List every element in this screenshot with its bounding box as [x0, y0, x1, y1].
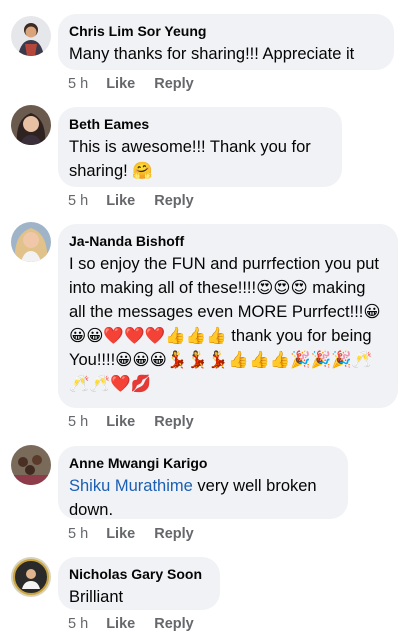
comment-actions: 5 h Like Reply	[68, 413, 209, 431]
like-button[interactable]: Like	[106, 615, 135, 633]
avatar[interactable]	[11, 105, 51, 145]
reply-button[interactable]: Reply	[154, 525, 194, 543]
comment-timestamp[interactable]: 5 h	[68, 615, 88, 633]
comment-author[interactable]: Ja-Nanda Bishoff	[69, 233, 386, 250]
comment-actions: 5 h Like Reply	[68, 192, 209, 210]
like-button[interactable]: Like	[106, 75, 135, 93]
avatar[interactable]	[11, 16, 51, 56]
comment-actions: 5 h Like Reply	[68, 615, 209, 633]
comment-author[interactable]: Beth Eames	[69, 116, 330, 133]
comment-timestamp[interactable]: 5 h	[68, 413, 88, 431]
mention-link[interactable]: Shiku Murathime	[69, 477, 193, 495]
comment-text: I so enjoy the FUN and purrfection you p…	[69, 255, 384, 393]
comment-timestamp[interactable]: 5 h	[68, 525, 88, 543]
comment-bubble: Beth Eames This is awesome!!! Thank you …	[58, 107, 342, 187]
comment-bubble: Anne Mwangi Karigo Shiku Murathime very …	[58, 446, 348, 519]
comment-actions: 5 h Like Reply	[68, 525, 209, 543]
comment-text: Brilliant	[69, 588, 124, 606]
comment-text: Shiku Murathime very well broken down.	[69, 474, 336, 522]
reply-button[interactable]: Reply	[154, 192, 194, 210]
comment-author[interactable]: Chris Lim Sor Yeung	[69, 23, 382, 40]
avatar[interactable]	[11, 445, 51, 485]
comment-text: This is awesome!!! Thank you for sharing…	[69, 138, 316, 180]
comment-bubble: Nicholas Gary Soon Brilliant	[58, 557, 220, 610]
like-button[interactable]: Like	[106, 192, 135, 210]
like-button[interactable]: Like	[106, 525, 135, 543]
comment-actions: 5 h Like Reply	[68, 75, 209, 93]
comment-timestamp[interactable]: 5 h	[68, 75, 88, 93]
reply-button[interactable]: Reply	[154, 615, 194, 633]
reply-button[interactable]: Reply	[154, 75, 194, 93]
comment-timestamp[interactable]: 5 h	[68, 192, 88, 210]
comment-bubble: Chris Lim Sor Yeung Many thanks for shar…	[58, 14, 394, 70]
comment-author[interactable]: Anne Mwangi Karigo	[69, 455, 336, 472]
like-button[interactable]: Like	[106, 413, 135, 431]
comment-text: Many thanks for sharing!!! Appreciate it	[69, 45, 355, 63]
avatar[interactable]	[11, 222, 51, 262]
comment-bubble: Ja-Nanda Bishoff I so enjoy the FUN and …	[58, 224, 398, 408]
reply-button[interactable]: Reply	[154, 413, 194, 431]
comment-author[interactable]: Nicholas Gary Soon	[69, 566, 208, 583]
avatar[interactable]	[11, 557, 51, 597]
